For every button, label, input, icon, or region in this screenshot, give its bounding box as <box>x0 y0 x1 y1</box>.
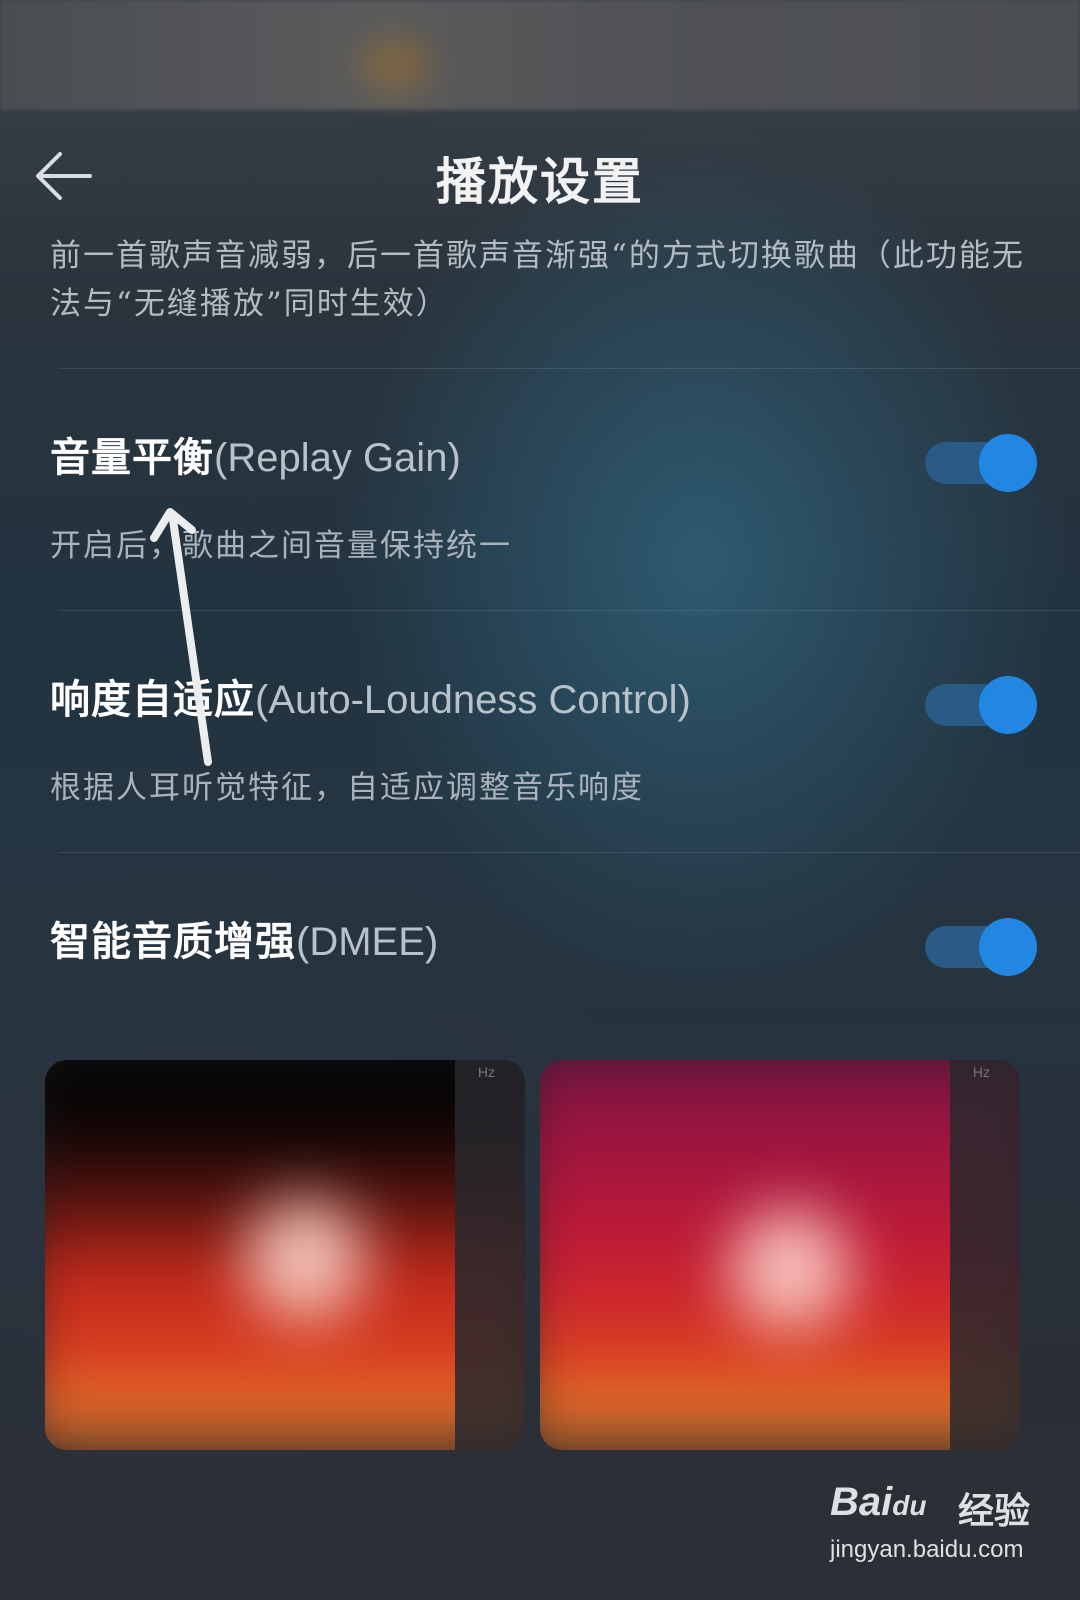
setting-title-cn: 音量平衡 <box>50 434 214 481</box>
setting-title-cn: 智能音质增强 <box>50 918 296 965</box>
spectrogram-axis <box>950 1060 1020 1450</box>
spectrogram-unit-label: Hz <box>477 1064 495 1080</box>
setting-dmee: 智能音质增强(DMEE) <box>0 912 1080 1002</box>
watermark-brand: Baidu <box>830 1480 927 1524</box>
crossfade-description: 前一首歌声音减弱，后一首歌声音渐强“的方式切换歌曲（此功能无法与“无缝播放”同时… <box>50 238 1025 322</box>
replay-gain-toggle[interactable] <box>925 434 1037 492</box>
status-icon-blurred <box>360 40 430 90</box>
spectrogram-before: Hz <box>45 1060 525 1450</box>
page-title: 播放设置 <box>436 152 644 211</box>
setting-title-en: (DMEE) <box>296 920 439 964</box>
setting-title-en: (Replay Gain) <box>214 436 461 480</box>
annotation-arrow-icon <box>150 508 212 766</box>
toggle-knob <box>979 434 1037 492</box>
watermark-brand-cn: 经验 <box>958 1490 1031 1532</box>
divider <box>58 852 1080 853</box>
watermark-url: jingyan.baidu.com <box>830 1536 1024 1563</box>
header: 播放设置 <box>0 120 1080 230</box>
spectrogram-highlight <box>730 1210 850 1330</box>
spectrogram-unit-label: Hz <box>972 1064 990 1080</box>
setting-description: 开启后，歌曲之间音量保持统一 <box>50 528 512 564</box>
paw-icon: du <box>892 1490 927 1521</box>
divider <box>58 368 1080 369</box>
auto-loudness-toggle[interactable] <box>925 676 1037 734</box>
spectrogram-axis <box>455 1060 525 1450</box>
setting-title: 智能音质增强(DMEE) <box>50 912 438 972</box>
status-bar-blurred <box>0 0 1080 110</box>
spectrogram-highlight <box>245 1200 365 1320</box>
spectrogram-after: Hz <box>540 1060 1020 1450</box>
watermark: Baidu 经验 jingyan.baidu.com <box>830 1480 1060 1590</box>
setting-title-en: (Auto-Loudness Control) <box>255 678 691 722</box>
toggle-knob <box>979 676 1037 734</box>
setting-title: 音量平衡(Replay Gain) <box>50 428 461 488</box>
dmee-toggle[interactable] <box>925 918 1037 976</box>
toggle-knob <box>979 918 1037 976</box>
